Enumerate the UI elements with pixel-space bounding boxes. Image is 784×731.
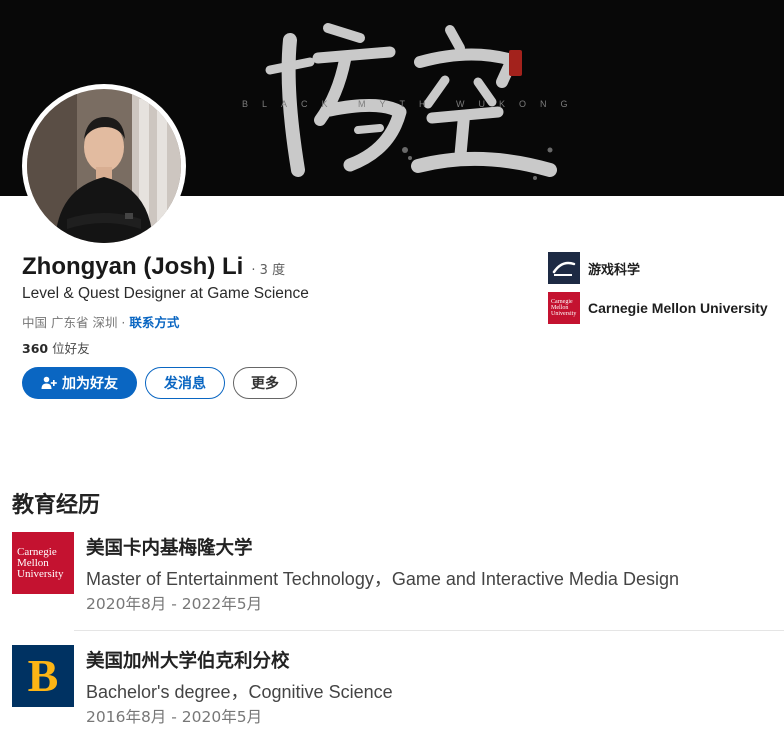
avatar[interactable] — [22, 84, 186, 248]
education-section-title: 教育经历 — [12, 493, 101, 518]
education-school[interactable]: 美国加州大学伯克利分校 — [86, 647, 290, 673]
education-divider — [74, 630, 784, 631]
cmu-logo-line: Mellon — [17, 556, 49, 569]
connect-button[interactable]: 加为好友 — [22, 367, 137, 399]
profile-name-line: Zhongyan (Josh) Li · 3 度 — [22, 253, 285, 281]
add-person-icon — [41, 376, 57, 389]
profile-headline: Level & Quest Designer at Game Science — [22, 285, 309, 302]
org-school[interactable]: Carnegie Mellon University Carnegie Mell… — [548, 292, 768, 324]
profile-location: 中国 广东省 深圳 · — [22, 315, 126, 330]
more-button[interactable]: 更多 — [233, 367, 297, 399]
education-dates: 2020年8月 - 2022年5月 — [86, 595, 263, 613]
education-degree: Master of Entertainment Technology，Game … — [86, 569, 679, 589]
connection-degree: · 3 度 — [251, 263, 286, 278]
profile-name: Zhongyan (Josh) Li — [22, 253, 244, 280]
ucb-logo-letter: B — [27, 650, 59, 701]
cmu-logo-line: University — [551, 311, 577, 317]
uc-berkeley-logo: B — [12, 645, 74, 707]
profile-photo — [27, 89, 181, 243]
education-degree: Bachelor's degree，Cognitive Science — [86, 682, 393, 702]
cmu-logo: Carnegie Mellon University — [12, 532, 74, 594]
red-seal-stamp — [509, 50, 522, 76]
connections-label: 位好友 — [52, 341, 90, 356]
banner-subtitle: BLACK MYTH WUKONG — [242, 99, 582, 109]
wukong-calligraphy-art — [265, 23, 557, 180]
cmu-logo-line: University — [17, 567, 64, 580]
contact-info-link[interactable]: 联系方式 — [129, 315, 179, 330]
message-button[interactable]: 发消息 — [145, 367, 225, 399]
connect-button-label: 加为好友 — [62, 376, 118, 392]
education-dates: 2016年8月 - 2020年5月 — [86, 708, 263, 726]
game-science-logo — [548, 252, 580, 284]
connections-number: 360 — [22, 341, 49, 356]
cmu-logo: Carnegie Mellon University — [548, 292, 580, 324]
connections-count[interactable]: 360 位好友 — [22, 338, 90, 357]
cmu-logo-line: Carnegie — [17, 545, 57, 558]
org-name-school: Carnegie Mellon University — [588, 300, 768, 316]
org-name-company: 游戏科学 — [588, 262, 641, 278]
org-current-company[interactable]: 游戏科学 — [548, 252, 640, 284]
profile-location-line: 中国 广东省 深圳 · 联系方式 — [22, 312, 179, 331]
education-school[interactable]: 美国卡内基梅隆大学 — [86, 534, 253, 560]
